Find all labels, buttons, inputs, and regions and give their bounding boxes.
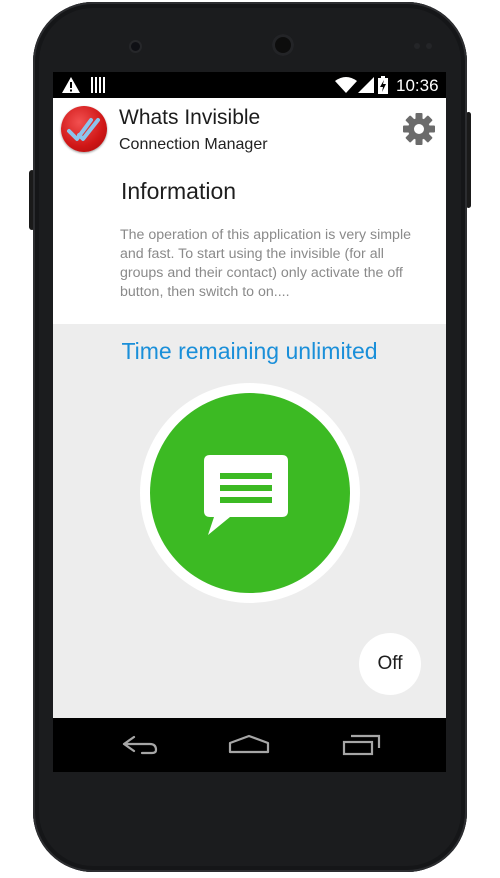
information-title: Information bbox=[121, 178, 237, 204]
app-bar: Whats Invisible Connection Manager bbox=[53, 98, 446, 168]
double-check-icon bbox=[67, 118, 100, 141]
invisible-toggle-button[interactable] bbox=[140, 383, 360, 603]
information-panel: Information The operation of this applic… bbox=[53, 168, 446, 324]
battery-charging-icon bbox=[378, 76, 388, 94]
time-remaining-text: Time remaining unlimited bbox=[121, 338, 378, 364]
app-icon bbox=[61, 106, 107, 152]
front-camera bbox=[131, 42, 140, 51]
screen: 10:36 Whats Invisible Connection Manager bbox=[53, 72, 446, 772]
recent-apps-icon[interactable] bbox=[341, 734, 383, 756]
chat-message-icon bbox=[204, 455, 288, 535]
app-title: Whats Invisible bbox=[119, 106, 261, 129]
off-button[interactable]: Off bbox=[359, 633, 421, 695]
barcode-icon bbox=[91, 77, 105, 93]
gear-icon[interactable] bbox=[402, 112, 436, 146]
proximity-sensor bbox=[414, 43, 434, 49]
home-icon[interactable] bbox=[228, 734, 270, 754]
wifi-icon bbox=[335, 77, 357, 93]
status-bar: 10:36 bbox=[53, 72, 446, 98]
invisible-button-face[interactable] bbox=[150, 393, 350, 593]
navigation-bar bbox=[53, 718, 446, 772]
information-body: The operation of this application is ver… bbox=[120, 227, 411, 300]
back-icon[interactable] bbox=[120, 733, 160, 755]
earpiece-speaker bbox=[272, 34, 294, 56]
warning-icon bbox=[62, 77, 80, 93]
signal-icon bbox=[358, 77, 374, 93]
status-time: 10:36 bbox=[396, 76, 439, 95]
app-subtitle: Connection Manager bbox=[119, 136, 268, 153]
